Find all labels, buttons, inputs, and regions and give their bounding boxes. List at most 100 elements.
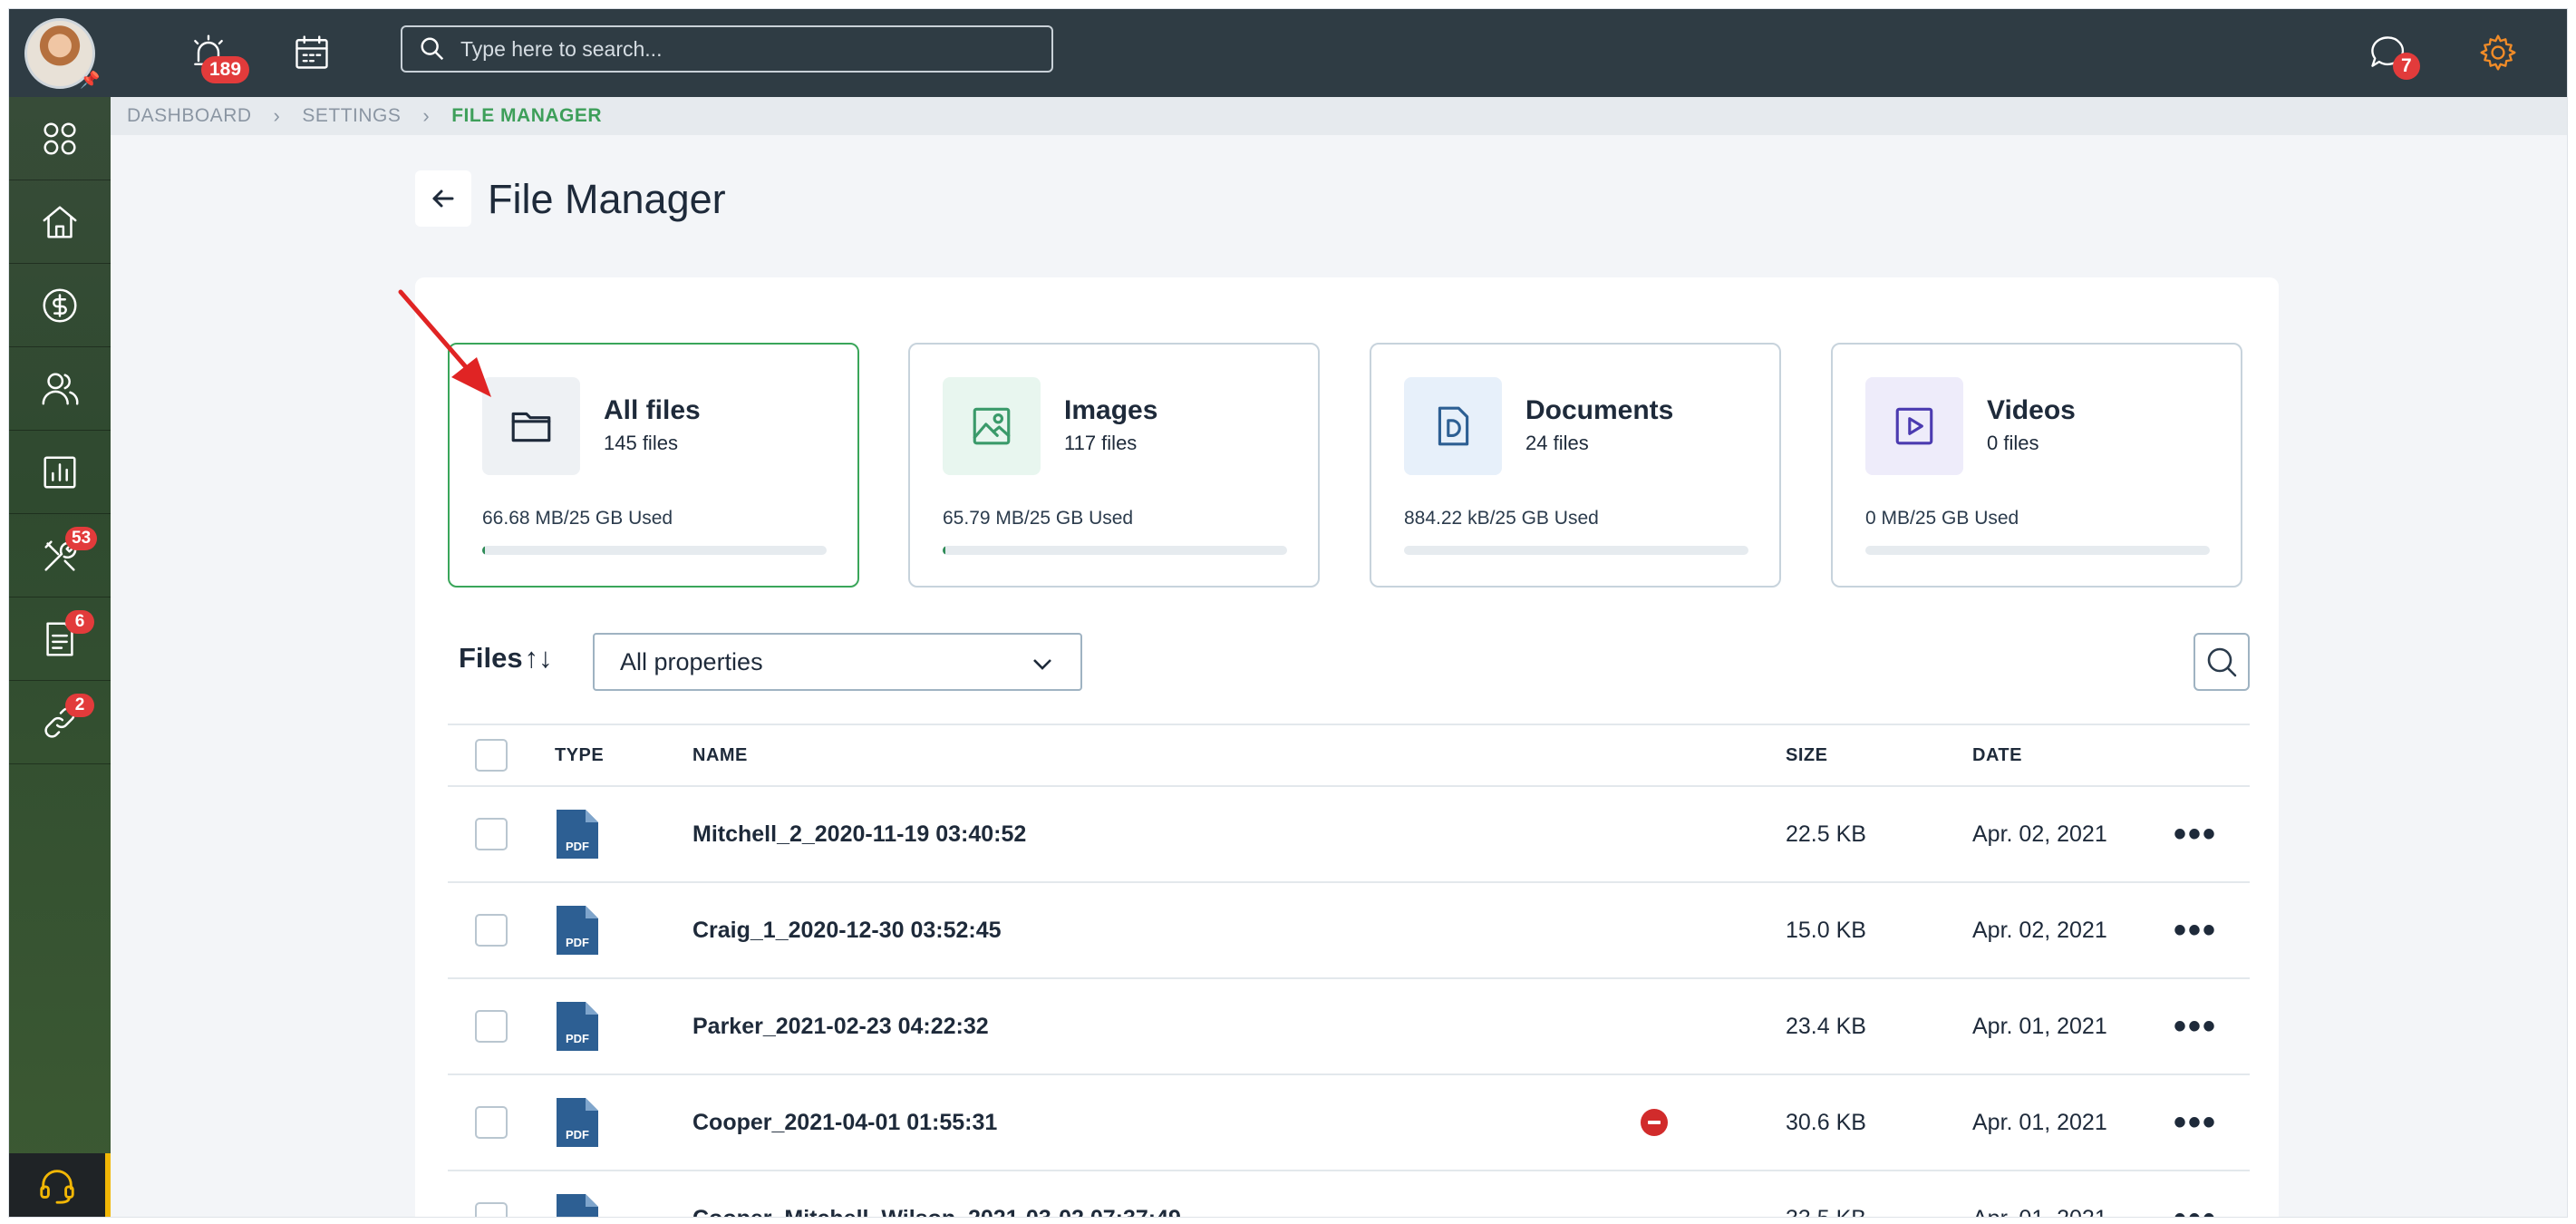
card-usage-text: 884.22 kB/25 GB Used <box>1404 508 1599 529</box>
files-sort-toggle[interactable]: Files↑↓ <box>459 642 553 675</box>
row-actions[interactable]: ••• <box>2174 979 2217 1073</box>
more-actions-icon[interactable]: ••• <box>2174 1008 2217 1044</box>
row-checkbox[interactable] <box>475 1010 508 1043</box>
file-date: Apr. 01, 2021 <box>1972 1109 2107 1135</box>
column-name[interactable]: NAME <box>692 725 748 785</box>
column-type[interactable]: TYPE <box>555 725 604 785</box>
file-name[interactable]: Cooper_Mitchell_Wilson_2021-03-02 07:37:… <box>692 1171 1181 1218</box>
topbar: 189 7 <box>111 9 2567 97</box>
app-window: 📌 53 6 2 189 Type here to search... 7 DA… <box>9 9 2567 1217</box>
file-type-label: PDF <box>566 840 589 853</box>
file-date: Apr. 02, 2021 <box>1972 917 2107 943</box>
file-name[interactable]: Mitchell_2_2020-11-19 03:40:52 <box>692 787 1026 881</box>
sidebar-item-apps[interactable] <box>9 97 111 180</box>
card-usage-bar <box>482 546 827 555</box>
row-checkbox[interactable] <box>475 1106 508 1139</box>
card-title: Videos <box>1987 395 2076 425</box>
row-actions[interactable]: ••• <box>2174 787 2217 881</box>
calendar-button[interactable] <box>286 27 337 78</box>
type-cell: PDF <box>555 1171 600 1217</box>
card-count: 117 files <box>1064 432 1138 454</box>
chat-button[interactable]: 7 <box>2362 27 2420 80</box>
table-body: PDF Mitchell_2_2020-11-19 03:40:52 22.5 … <box>448 787 2250 1217</box>
column-size[interactable]: SIZE <box>1786 725 1827 785</box>
card-title: Images <box>1064 395 1158 425</box>
card-usage-bar <box>1865 546 2210 555</box>
type-cell: PDF <box>555 787 600 881</box>
search-input[interactable] <box>460 36 1022 62</box>
row-checkbox[interactable] <box>475 818 508 850</box>
sidebar-item-reports[interactable] <box>9 431 111 514</box>
more-actions-icon[interactable]: ••• <box>2174 912 2217 948</box>
card-icon-box <box>1865 377 1963 475</box>
breadcrumb-dashboard[interactable]: DASHBOARD <box>127 105 252 127</box>
card-count: 145 files <box>604 432 678 454</box>
more-actions-icon[interactable]: ••• <box>2174 1104 2217 1141</box>
row-actions[interactable]: ••• <box>2174 883 2217 977</box>
apps-grid-icon <box>44 121 76 155</box>
avatar-area[interactable]: 📌 <box>9 9 111 97</box>
files-table: TYPE NAME SIZE DATE PDF Mitchell_2_2020-… <box>448 724 2250 1217</box>
card-all-files[interactable]: All files 145 files 66.68 MB/25 GB Used <box>448 343 859 588</box>
pdf-file-icon: PDF <box>555 1192 600 1217</box>
chevron-right-icon: › <box>273 104 281 127</box>
properties-dropdown[interactable]: All properties <box>593 633 1082 691</box>
global-search[interactable] <box>401 25 1053 73</box>
file-date: Apr. 02, 2021 <box>1972 821 2107 847</box>
pdf-file-icon: PDF <box>555 1000 600 1053</box>
card-documents[interactable]: Documents 24 files 884.22 kB/25 GB Used <box>1370 343 1781 588</box>
properties-dropdown-value: All properties <box>620 647 763 675</box>
card-count: 0 files <box>1987 432 2039 454</box>
row-actions[interactable]: ••• <box>2174 1075 2217 1170</box>
more-actions-icon[interactable]: ••• <box>2174 1200 2217 1217</box>
select-all-checkbox[interactable] <box>475 739 508 772</box>
sidebar-item-links[interactable]: 2 <box>9 681 111 764</box>
row-checkbox[interactable] <box>475 914 508 947</box>
file-date: Apr. 01, 2021 <box>1972 1013 2107 1039</box>
sort-arrows-icon: ↑↓ <box>524 642 553 674</box>
row-actions[interactable]: ••• <box>2174 1171 2217 1217</box>
column-date[interactable]: DATE <box>1972 725 2022 785</box>
sidebar-item-finance[interactable] <box>9 264 111 347</box>
gear-icon <box>2480 34 2516 71</box>
file-type-label: PDF <box>566 1128 589 1141</box>
documents-badge: 6 <box>65 610 94 634</box>
settings-button[interactable] <box>2473 27 2523 78</box>
file-size: 23.4 KB <box>1786 1013 1866 1039</box>
file-date: Apr. 01, 2021 <box>1972 1171 2107 1218</box>
sidebar-item-home[interactable] <box>9 180 111 264</box>
type-cell: PDF <box>555 979 600 1073</box>
chevron-right-icon: › <box>422 104 431 127</box>
more-actions-icon[interactable]: ••• <box>2174 816 2217 852</box>
row-checkbox-cell <box>475 883 508 977</box>
back-button[interactable] <box>415 170 471 227</box>
card-images[interactable]: Images 117 files 65.79 MB/25 GB Used <box>908 343 1320 588</box>
row-checkbox[interactable] <box>475 1202 508 1217</box>
sidebar-item-users[interactable] <box>9 347 111 431</box>
avatar[interactable]: 📌 <box>24 17 100 89</box>
sidebar-item-tools[interactable]: 53 <box>9 514 111 597</box>
file-size: 22.5 KB <box>1786 821 1866 847</box>
file-type-label: PDF <box>566 1032 589 1045</box>
breadcrumb-settings[interactable]: SETTINGS <box>302 105 401 127</box>
table-row[interactable]: PDF Parker_2021-02-23 04:22:32 23.4 KB A… <box>448 979 2250 1075</box>
sidebar: 📌 53 6 2 <box>9 9 111 1217</box>
table-row[interactable]: PDF Mitchell_2_2020-11-19 03:40:52 22.5 … <box>448 787 2250 883</box>
file-name[interactable]: Cooper_2021-04-01 01:55:31 <box>692 1075 997 1170</box>
file-name[interactable]: Craig_1_2020-12-30 03:52:45 <box>692 883 1002 977</box>
card-title: Documents <box>1525 395 1674 425</box>
card-videos[interactable]: Videos 0 files 0 MB/25 GB Used <box>1831 343 2242 588</box>
table-row[interactable]: PDF Craig_1_2020-12-30 03:52:45 15.0 KB … <box>448 883 2250 979</box>
support-button[interactable] <box>9 1153 111 1217</box>
table-row[interactable]: PDF Cooper_2021-04-01 01:55:31 30.6 KB A… <box>448 1075 2250 1171</box>
file-name[interactable]: Parker_2021-02-23 04:22:32 <box>692 979 989 1073</box>
card-usage-bar <box>1404 546 1748 555</box>
sidebar-item-documents[interactable]: 6 <box>9 597 111 681</box>
table-search-button[interactable] <box>2193 633 2250 691</box>
file-type-label: PDF <box>566 936 589 949</box>
arrow-left-icon <box>432 189 454 208</box>
blocked-icon <box>1641 1109 1668 1136</box>
breadcrumb: DASHBOARD › SETTINGS › FILE MANAGER <box>111 97 2567 135</box>
table-row[interactable]: PDF Cooper_Mitchell_Wilson_2021-03-02 07… <box>448 1171 2250 1217</box>
alarm-button[interactable]: 189 <box>183 27 250 83</box>
